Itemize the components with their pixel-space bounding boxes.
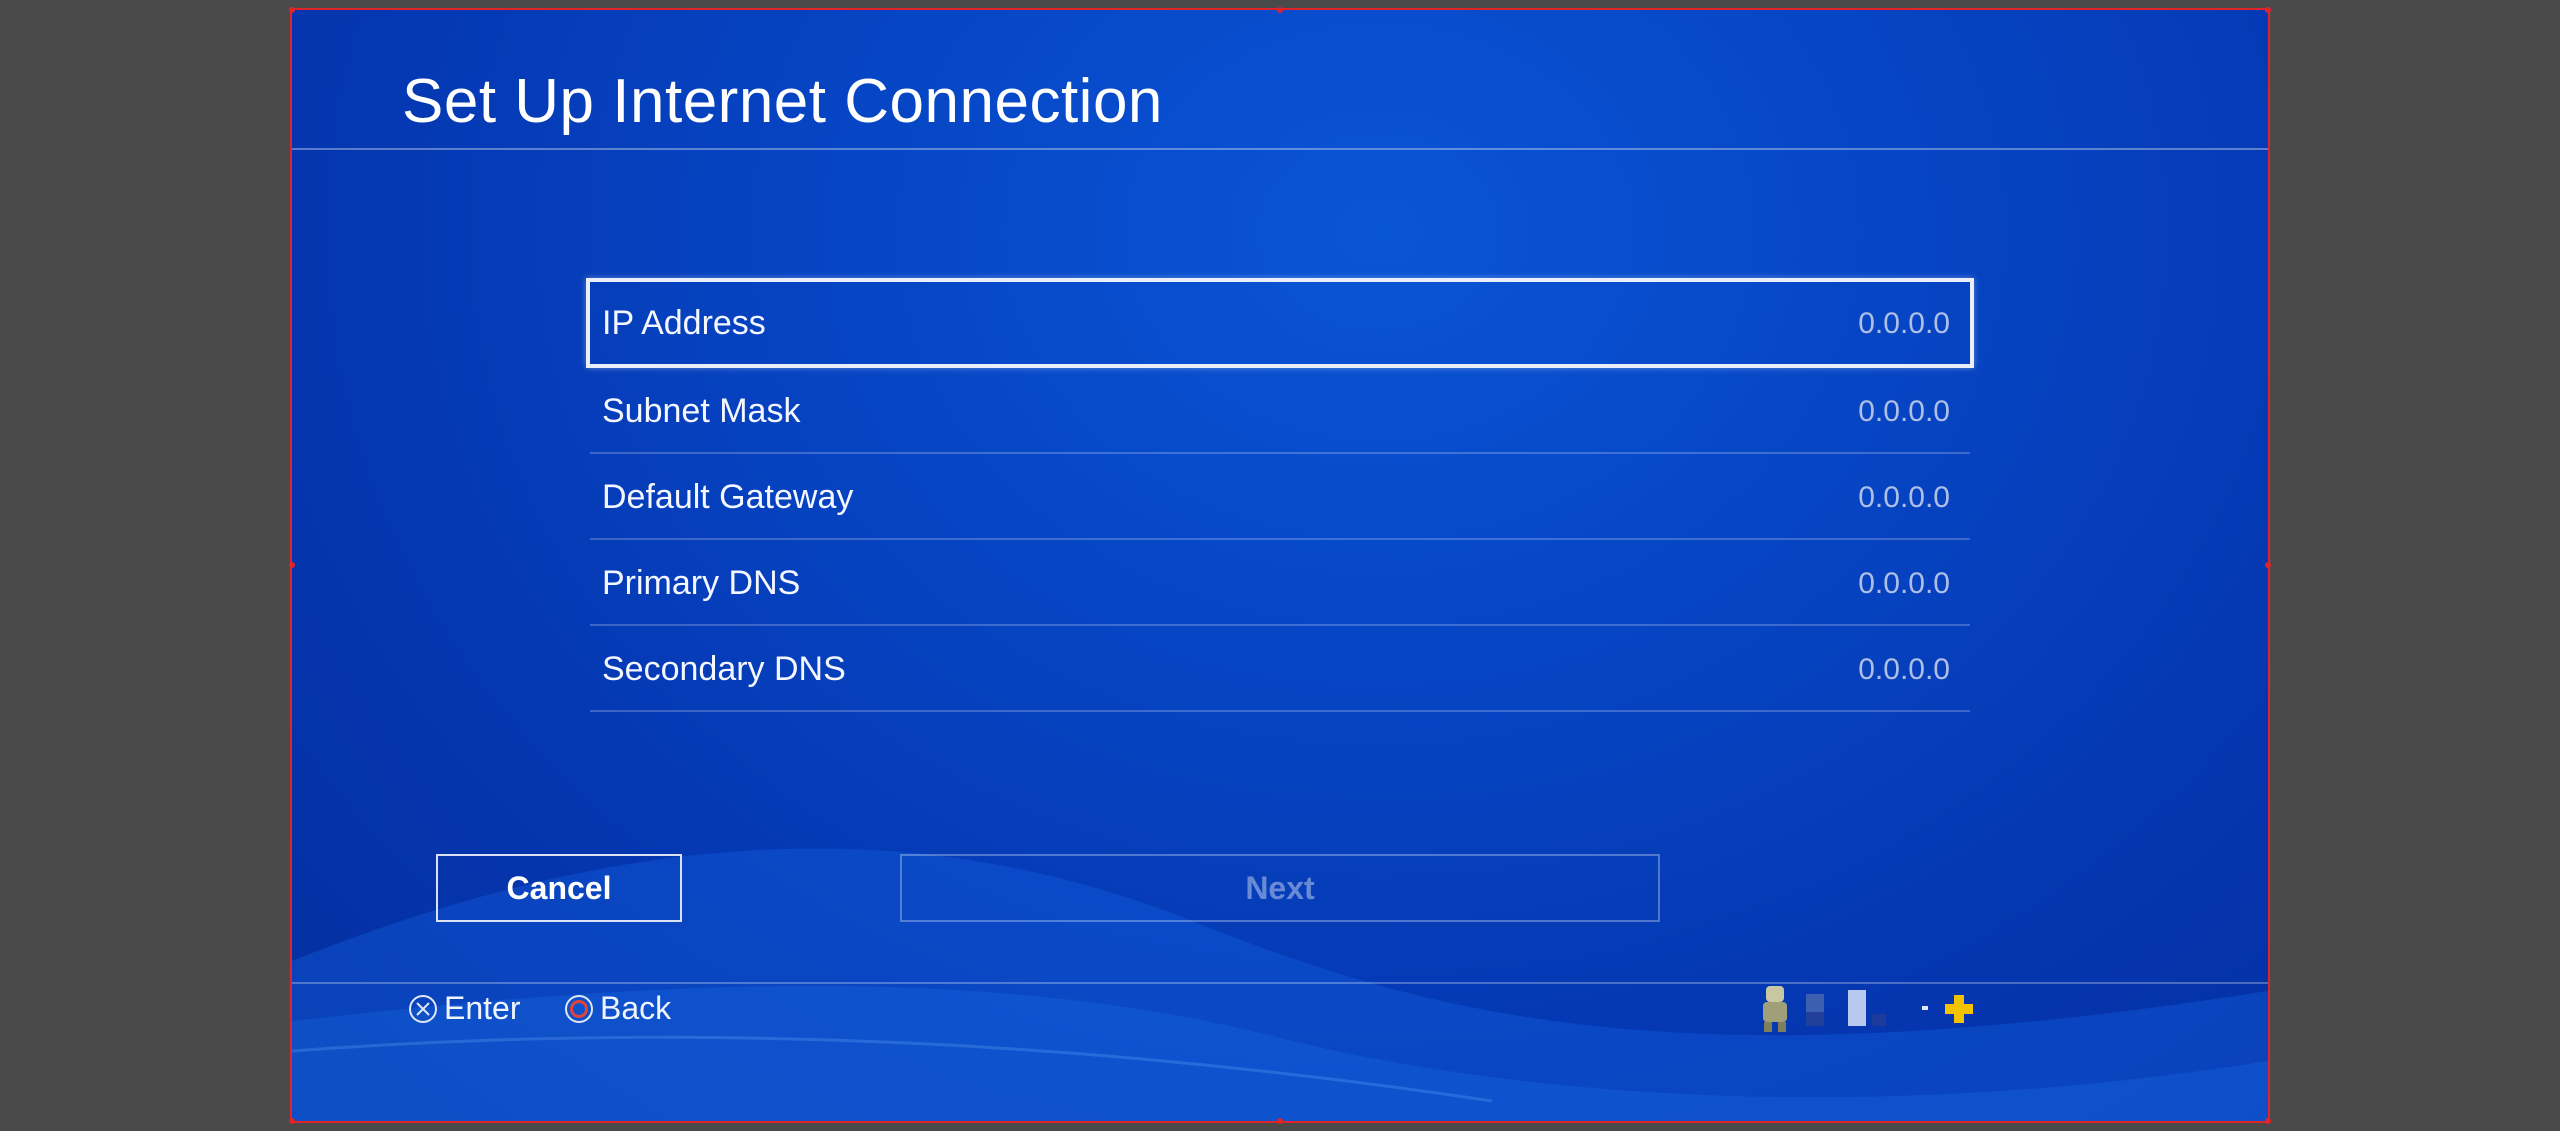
selection-handle — [2265, 1118, 2271, 1124]
circle-button-icon — [565, 994, 593, 1023]
avatar-icon — [1763, 986, 1787, 1032]
setting-value: 0.0.0.0 — [1858, 653, 1950, 686]
back-hint: Back — [564, 990, 671, 1027]
title-divider — [292, 148, 2268, 150]
selection-handle — [2265, 7, 2271, 13]
setting-row-ip-address[interactable]: IP Address 0.0.0.0 — [586, 278, 1974, 368]
setting-label: IP Address — [602, 304, 766, 342]
setting-value: 0.0.0.0 — [1858, 395, 1950, 428]
selection-handle — [2265, 562, 2271, 568]
setting-label: Subnet Mask — [602, 392, 801, 430]
setting-row-primary-dns[interactable]: Primary DNS 0.0.0.0 — [590, 540, 1970, 626]
page-title: Set Up Internet Connection — [402, 67, 1163, 136]
cross-button-icon — [409, 994, 437, 1023]
setting-row-subnet-mask[interactable]: Subnet Mask 0.0.0.0 — [590, 368, 1970, 454]
setting-label: Default Gateway — [602, 478, 854, 516]
settings-list: IP Address 0.0.0.0 Subnet Mask 0.0.0.0 D… — [586, 278, 1974, 712]
connection-setup-screen: Set Up Internet Connection IP Address 0.… — [292, 10, 2268, 1121]
setting-label: Secondary DNS — [602, 650, 846, 688]
next-button[interactable]: Next — [900, 854, 1660, 922]
setting-value: 0.0.0.0 — [1858, 567, 1950, 600]
selection-handle — [289, 1118, 295, 1124]
setting-row-secondary-dns[interactable]: Secondary DNS 0.0.0.0 — [590, 626, 1970, 712]
selection-handle — [1277, 1118, 1283, 1124]
cancel-button[interactable]: Cancel — [436, 854, 682, 922]
setting-value: 0.0.0.0 — [1858, 307, 1950, 340]
setting-row-default-gateway[interactable]: Default Gateway 0.0.0.0 — [590, 454, 1970, 540]
selection-handle — [1277, 7, 1283, 13]
status-bar — [1758, 984, 1976, 1034]
setting-value: 0.0.0.0 — [1858, 481, 1950, 514]
selection-handle — [289, 562, 295, 568]
wifi-signal-icon — [1806, 990, 1886, 1026]
enter-hint-label: Enter — [444, 990, 521, 1026]
back-hint-label: Back — [600, 990, 672, 1026]
battery-icon — [1922, 1006, 1928, 1010]
enter-hint: Enter — [408, 990, 520, 1027]
selection-handle — [289, 7, 295, 13]
playstation-plus-icon — [1945, 995, 1973, 1023]
setting-label: Primary DNS — [602, 564, 801, 602]
